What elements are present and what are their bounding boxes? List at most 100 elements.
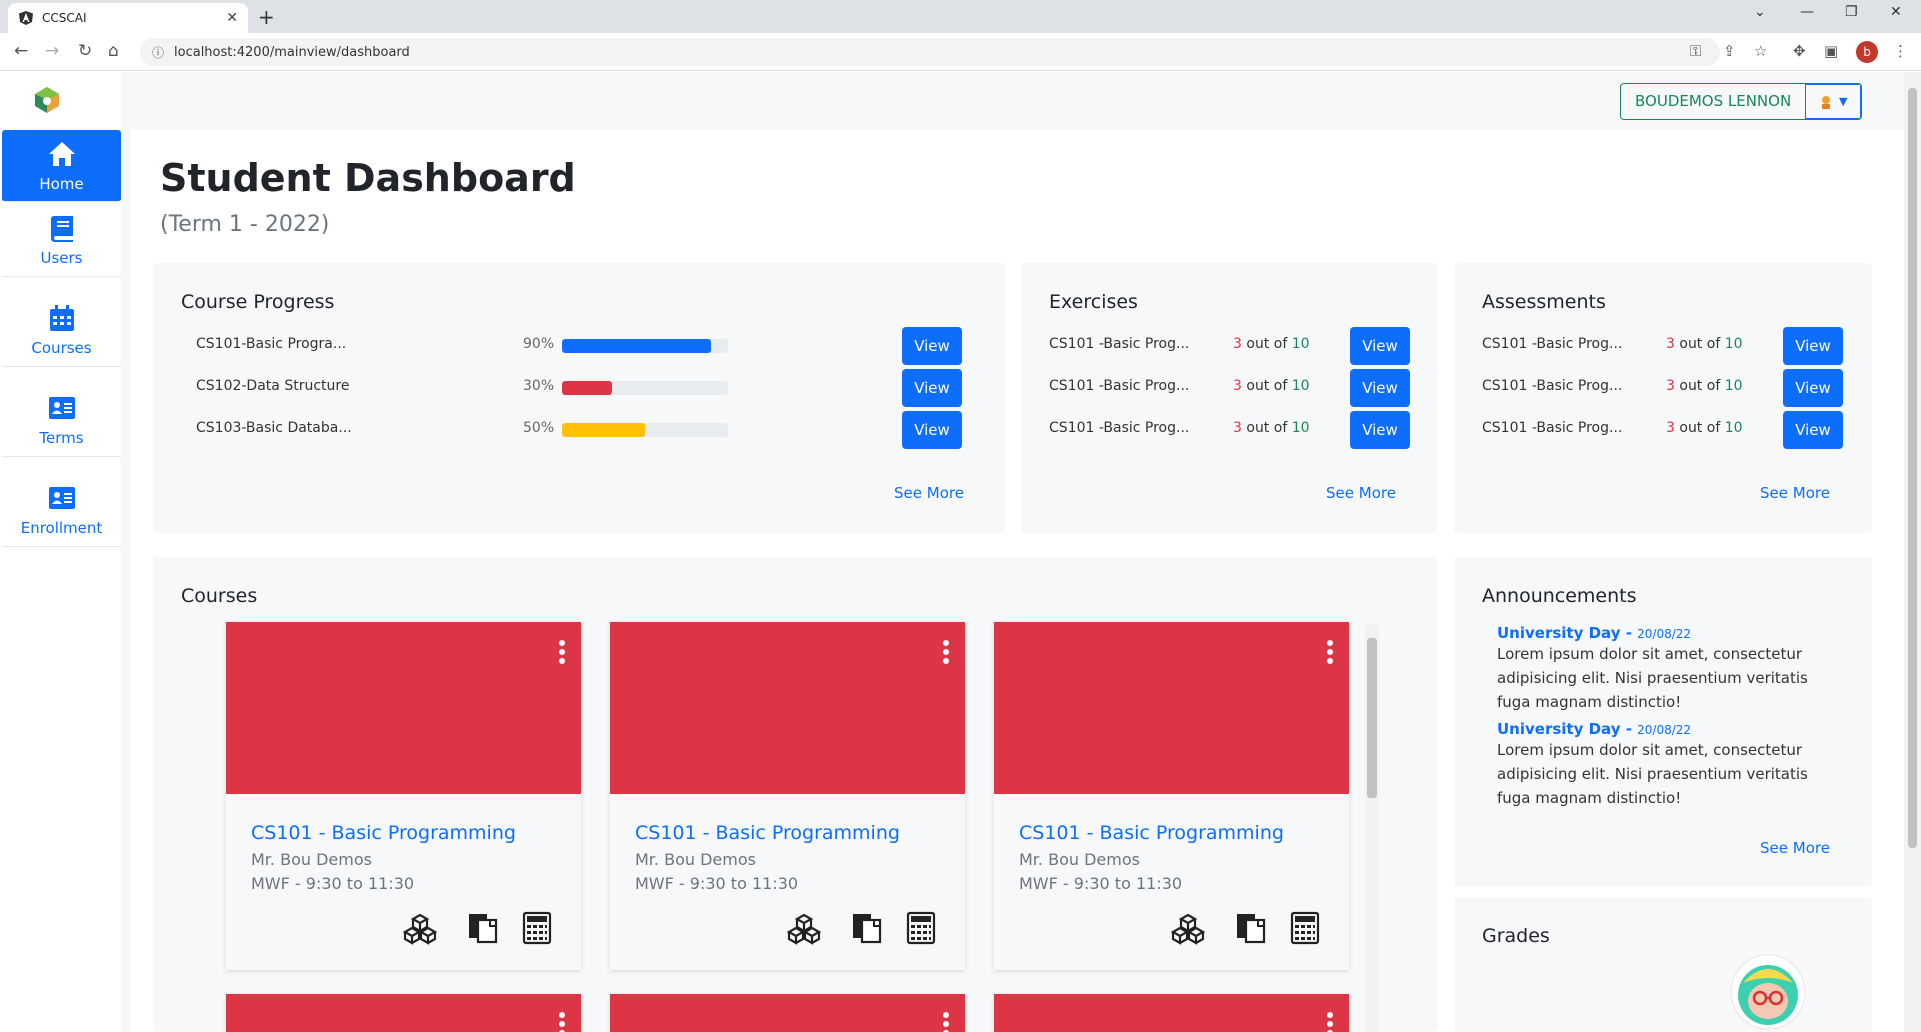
user-dropdown-toggle[interactable]: ▼ [1805,84,1862,119]
progress-percent: 50% [523,420,555,436]
back-icon[interactable]: ← [14,41,28,61]
page-scrollbar-thumb[interactable] [1908,88,1917,848]
course-banner [226,994,581,1032]
course-instructor: Mr. Bou Demos [635,850,756,869]
browser-tab-strip: CCSCAI ✕ + ⌄ — ❐ ✕ [0,0,1921,33]
sidebar-item-home[interactable]: Home [2,130,121,202]
see-more-link[interactable]: See More [1760,484,1830,502]
view-button[interactable]: View [902,411,962,449]
extensions-icon[interactable]: ✥ [1793,42,1806,60]
course-card[interactable] [994,994,1349,1032]
view-button[interactable]: View [902,369,962,407]
course-card[interactable]: CS101 - Basic Programming Mr. Bou Demos … [994,622,1349,970]
new-tab-icon[interactable]: + [258,5,275,29]
documents-icon[interactable] [466,911,500,945]
sidebar-item-enrollment[interactable]: Enrollment [2,473,121,547]
view-button[interactable]: View [1350,411,1410,449]
see-more-link[interactable]: See More [1760,839,1830,857]
page-subtitle: (Term 1 - 2022) [160,212,330,237]
view-button[interactable]: View [1350,327,1410,365]
more-options-icon[interactable] [1326,640,1334,666]
assessments-card: Assessments CS101 -Basic Prog... 3 out o… [1454,263,1872,533]
site-info-icon[interactable]: ⓘ [152,44,164,61]
announcement-date: 20/08/22 [1637,723,1692,737]
more-options-icon[interactable] [558,1012,566,1032]
course-name: CS102-Data Structure [196,378,350,394]
more-options-icon[interactable] [1326,1012,1334,1032]
courses-scrollbar-thumb[interactable] [1367,638,1377,798]
menu-kebab-icon[interactable]: ⋮ [1893,42,1908,60]
calculator-icon[interactable] [520,911,554,945]
view-button[interactable]: View [1783,411,1843,449]
close-window-icon[interactable]: ✕ [1890,4,1902,20]
assessment-row: CS101 -Basic Prog... 3 out of 10 View [1454,367,1872,407]
sidebar-item-label: Courses [31,338,92,357]
user-avatar-icon [1821,95,1830,109]
exercise-score: 3 out of 10 [1233,378,1310,394]
more-options-icon[interactable] [942,640,950,666]
minimize-icon[interactable]: — [1800,4,1814,20]
exercise-name: CS101 -Basic Prog... [1049,420,1190,436]
announcement-body: Lorem ipsum dolor sit amet, consectetur … [1497,741,1808,807]
documents-icon[interactable] [850,911,884,945]
book-icon [50,215,73,242]
boxes-icon[interactable] [1171,911,1205,945]
sidebar-item-users[interactable]: Users [2,203,121,277]
more-options-icon[interactable] [558,640,566,666]
browser-tab[interactable]: CCSCAI ✕ [8,3,248,33]
url-field[interactable]: ⓘ localhost:4200/mainview/dashboard [140,38,1720,66]
progress-bar [562,339,728,353]
key-icon[interactable]: ⚿ [1690,42,1701,60]
progress-row: CS102-Data Structure 30% View [153,367,1005,407]
view-button[interactable]: View [1350,369,1410,407]
course-title-link[interactable]: CS101 - Basic Programming [251,822,516,844]
course-card[interactable]: CS101 - Basic Programming Mr. Bou Demos … [610,622,965,970]
course-title-link[interactable]: CS101 - Basic Programming [635,822,900,844]
home-browser-icon[interactable]: ⌂ [108,41,119,61]
course-schedule: MWF - 9:30 to 11:30 [1019,874,1183,893]
boxes-icon[interactable] [403,911,437,945]
course-title-link[interactable]: CS101 - Basic Programming [1019,822,1284,844]
announcement-title[interactable]: University Day - [1497,720,1637,738]
user-name-button[interactable]: BOUDEMOS LENNON [1621,84,1805,119]
grades-card: Grades [1454,897,1872,1032]
boxes-icon[interactable] [787,911,821,945]
close-tab-icon[interactable]: ✕ [226,10,238,26]
announcement-item: University Day - 20/08/22 Lorem ipsum do… [1497,719,1842,810]
calculator-icon[interactable] [1288,911,1322,945]
view-button[interactable]: View [1783,327,1843,365]
assessment-score: 3 out of 10 [1666,378,1743,394]
course-card[interactable]: CS101 - Basic Programming Mr. Bou Demos … [226,622,581,970]
home-icon [48,141,75,166]
course-name: CS101-Basic Progra... [196,336,347,352]
see-more-link[interactable]: See More [1326,484,1396,502]
reload-icon[interactable]: ↻ [78,41,92,61]
course-card[interactable] [226,994,581,1032]
profile-avatar[interactable]: b [1856,41,1878,63]
calculator-icon[interactable] [904,911,938,945]
share-icon[interactable]: ⇪ [1723,42,1736,60]
restore-icon[interactable]: ❐ [1845,4,1858,20]
bookmark-star-icon[interactable]: ☆ [1754,42,1767,60]
see-more-link[interactable]: See More [894,484,964,502]
view-button[interactable]: View [1783,369,1843,407]
sidebar-item-courses[interactable]: Courses [2,293,121,367]
view-button[interactable]: View [902,327,962,365]
course-banner [610,994,965,1032]
course-card[interactable] [610,994,965,1032]
exercise-name: CS101 -Basic Prog... [1049,336,1190,352]
more-options-icon[interactable] [942,1012,950,1032]
sidebar-item-terms[interactable]: Terms [2,383,121,457]
side-panel-icon[interactable]: ▣ [1824,42,1838,60]
course-progress-card: Course Progress CS101-Basic Progra... 90… [153,263,1005,533]
progress-percent: 30% [523,378,555,394]
forward-icon[interactable]: → [45,41,59,61]
user-menu[interactable]: BOUDEMOS LENNON ▼ [1620,83,1863,120]
announcement-title[interactable]: University Day - [1497,624,1637,642]
tab-search-icon[interactable]: ⌄ [1754,4,1766,20]
assessment-name: CS101 -Basic Prog... [1482,378,1623,394]
id-card-icon [48,486,75,509]
sidebar-item-label: Terms [39,428,84,447]
documents-icon[interactable] [1234,911,1268,945]
card-title: Announcements [1482,585,1637,607]
